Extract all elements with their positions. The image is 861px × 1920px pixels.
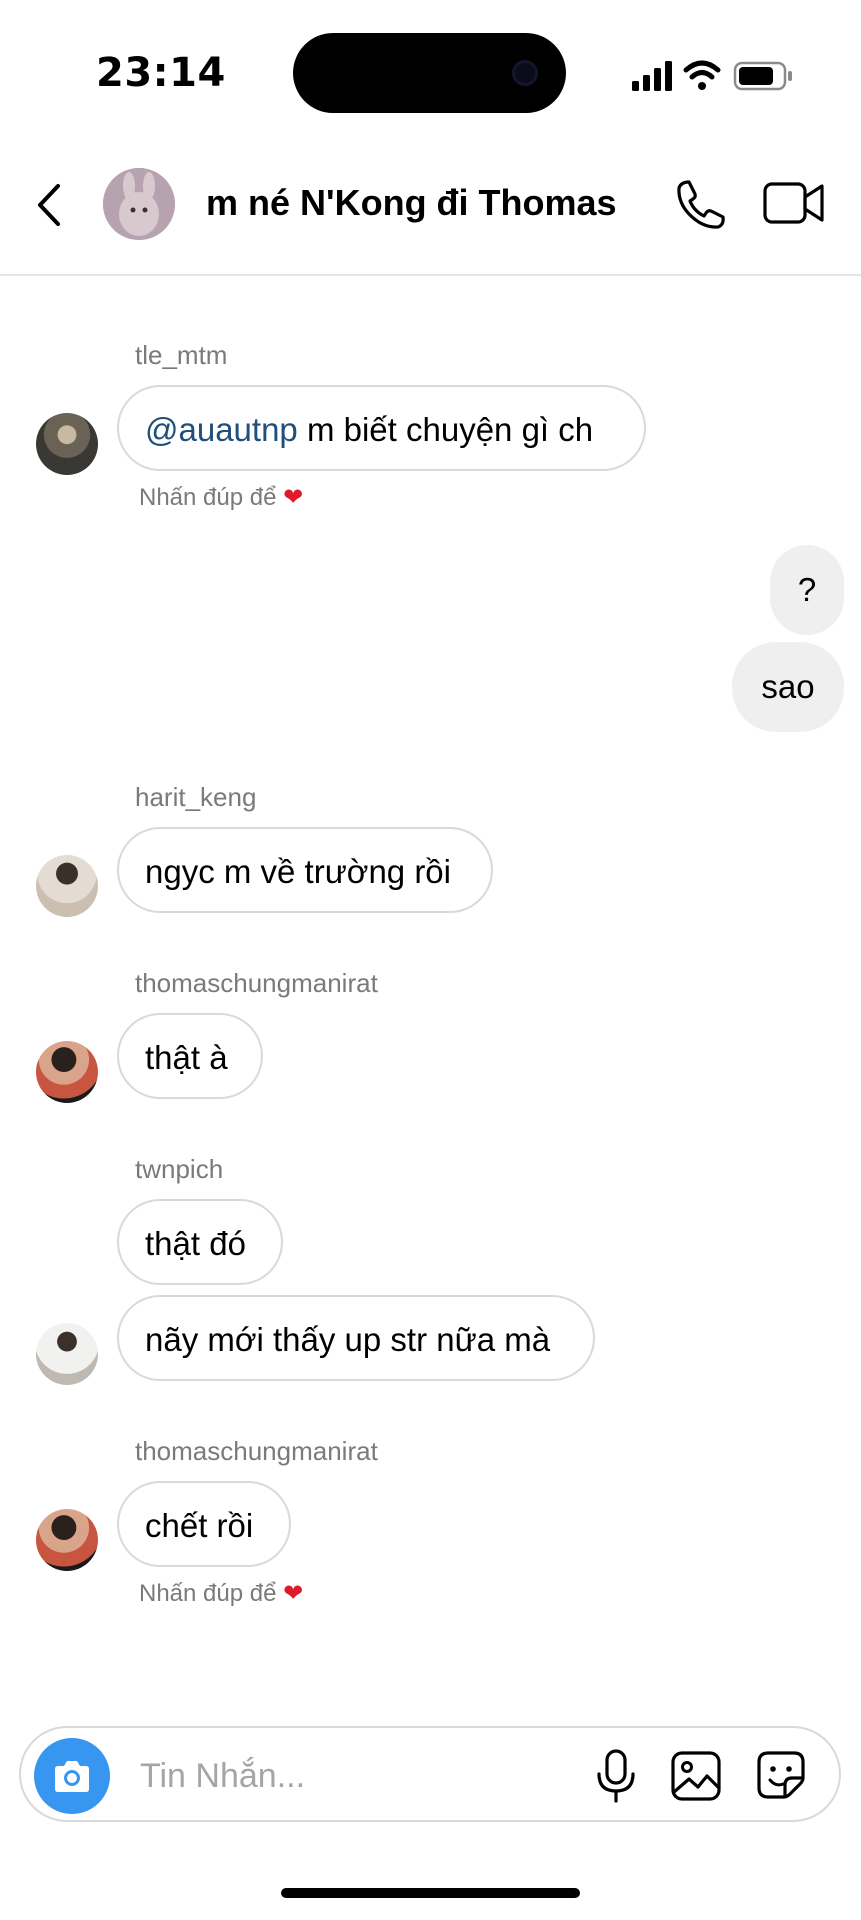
video-call-icon[interactable]	[763, 180, 825, 226]
sender-name: thomaschungmanirat	[135, 968, 378, 998]
battery-icon	[733, 61, 792, 91]
camera-button[interactable]	[34, 1738, 110, 1814]
outgoing-bubble[interactable]: ?	[770, 545, 844, 635]
mention-link[interactable]: @auautnp	[145, 411, 298, 448]
heart-icon: ❤	[283, 1580, 304, 1607]
message-input[interactable]	[140, 1750, 560, 1802]
message-bubble[interactable]: chết rồi	[117, 1481, 291, 1567]
header-divider	[0, 274, 861, 276]
camera-indicator-icon	[512, 60, 538, 86]
sticker-icon[interactable]	[756, 1750, 806, 1800]
group-avatar[interactable]	[103, 168, 175, 240]
chat-title[interactable]: m né N'Kong đi Thomas	[206, 182, 617, 224]
avatar[interactable]	[36, 1041, 98, 1103]
message-bubble[interactable]: nãy mới thấy up str nữa mà	[117, 1295, 595, 1381]
double-tap-hint: Nhấn đúp để ❤	[139, 484, 304, 511]
avatar[interactable]	[36, 855, 98, 917]
sender-name: tle_mtm	[135, 340, 228, 370]
avatar[interactable]	[36, 1323, 98, 1385]
signal-icon	[632, 61, 672, 91]
status-time: 23:14	[96, 50, 226, 96]
message-bubble[interactable]: @auautnp m biết chuyện gì ch	[117, 385, 646, 471]
avatar[interactable]	[36, 1509, 98, 1571]
message-text: m biết chuyện gì ch	[297, 411, 594, 448]
sender-name: harit_keng	[135, 782, 257, 812]
outgoing-bubble[interactable]: sao	[732, 642, 844, 732]
message-bubble[interactable]: ngyc m về trường rồi	[117, 827, 493, 913]
sender-name: twnpich	[135, 1154, 224, 1184]
camera-icon	[55, 1761, 89, 1792]
double-tap-hint: Nhấn đúp để ❤	[139, 1580, 304, 1607]
heart-icon: ❤	[283, 484, 304, 511]
sender-name: thomaschungmanirat	[135, 1436, 378, 1466]
status-icons	[632, 60, 792, 91]
message-bubble[interactable]: thật à	[117, 1013, 263, 1099]
message-bubble[interactable]: thật đó	[117, 1199, 283, 1285]
gallery-icon[interactable]	[670, 1750, 722, 1802]
microphone-icon[interactable]	[594, 1748, 638, 1804]
home-indicator[interactable]	[281, 1888, 580, 1898]
avatar[interactable]	[36, 413, 98, 475]
wifi-icon	[683, 60, 721, 90]
phone-call-icon[interactable]	[675, 178, 727, 230]
back-arrow-icon[interactable]	[30, 180, 70, 230]
